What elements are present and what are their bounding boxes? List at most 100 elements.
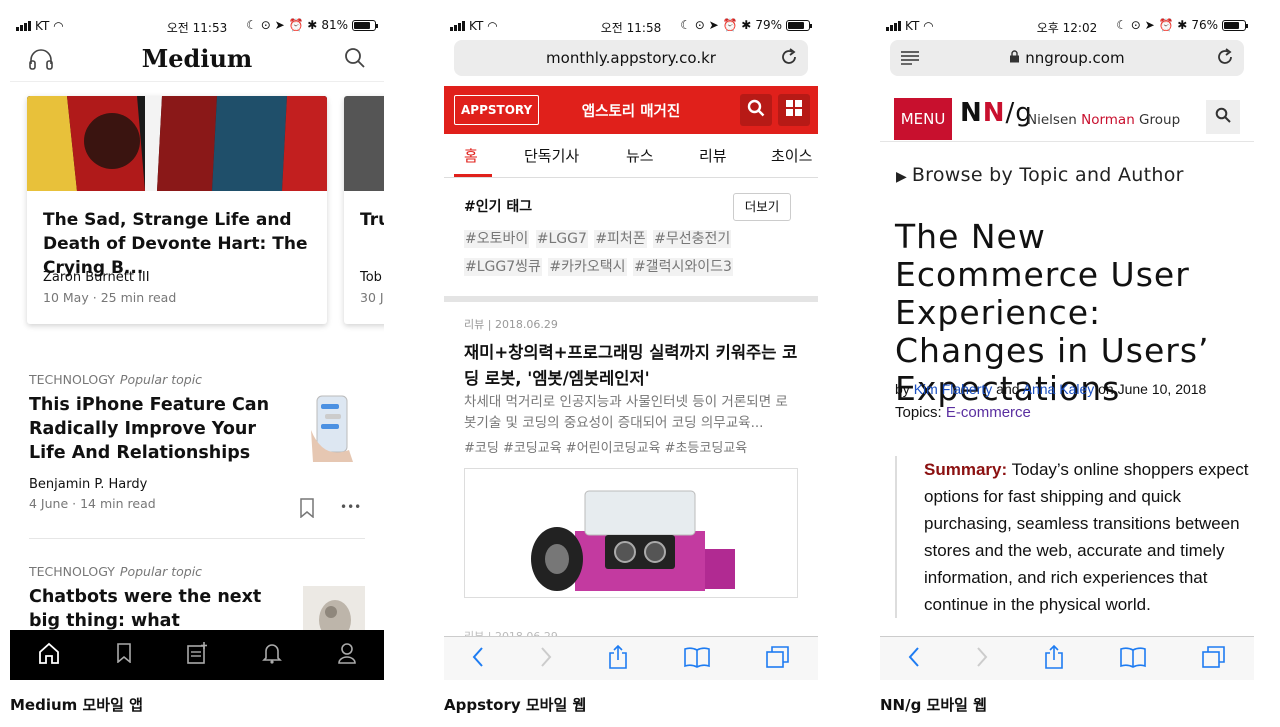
section-divider — [444, 296, 818, 302]
search-button[interactable] — [740, 94, 772, 126]
browse-toggle[interactable]: ▶ Browse by Topic and Author — [896, 164, 1184, 186]
story-topic[interactable]: TECHNOLOGY Popular topic — [29, 372, 365, 387]
topic-tag: Popular topic — [119, 372, 203, 387]
author-link[interactable]: Anna Kaley — [1023, 381, 1095, 397]
back-icon[interactable] — [907, 646, 921, 672]
tag[interactable]: #피처폰 — [594, 230, 647, 248]
status-icons: ☾ ⊙ ➤ ⏰ ✱ — [1116, 18, 1188, 32]
tag-list: #오토바이 #LGG7 #피처폰 #무선충전기 — [464, 228, 794, 248]
meta-separator: · — [72, 496, 77, 511]
story-image — [344, 96, 384, 191]
bookmarks-icon[interactable] — [683, 646, 711, 672]
url-text: nngroup.com — [1025, 49, 1125, 67]
tabs-icon[interactable] — [765, 645, 791, 673]
summary-label: Summary: — [924, 460, 1008, 479]
share-icon[interactable] — [607, 644, 629, 674]
read-time: 14 min read — [80, 496, 156, 511]
battery-percent: 76% — [1191, 18, 1218, 32]
name-part: Group — [1134, 112, 1181, 128]
read-time: 25 min read — [100, 290, 177, 305]
menu-grid-button[interactable] — [778, 94, 810, 126]
topic-link[interactable]: E-commerce — [946, 404, 1031, 421]
tag[interactable]: #카카오택시 — [548, 258, 627, 276]
tab-exclusive[interactable]: 단독기사 — [524, 145, 579, 166]
featured-story-card-next[interactable]: Tru De Tob 30 J — [344, 96, 384, 324]
bookmarks-icon[interactable] — [1119, 646, 1147, 672]
address-bar[interactable]: monthly.appstory.co.kr — [454, 40, 808, 76]
popular-tags-heading: #인기 태그 — [464, 199, 533, 215]
caption-appstory: Appstory 모바일 웹 — [444, 696, 587, 714]
menu-button[interactable]: MENU — [894, 98, 952, 140]
tab-bar — [10, 630, 384, 680]
more-options-icon[interactable]: ••• — [340, 500, 361, 514]
tag[interactable]: #무선충전기 — [653, 230, 732, 248]
browser-toolbar — [444, 636, 818, 680]
tag[interactable]: #LGG7씽큐 — [464, 258, 542, 276]
reload-icon[interactable] — [1216, 48, 1234, 70]
medium-logo[interactable]: Medium — [10, 44, 384, 73]
forward-icon[interactable] — [975, 646, 989, 672]
tag[interactable]: #LGG7 — [535, 230, 588, 248]
tab-review[interactable]: 리뷰 — [699, 145, 727, 166]
tab-home[interactable]: 홈 — [464, 145, 478, 166]
tag[interactable]: #오토바이 — [464, 230, 530, 248]
tab-news[interactable]: 뉴스 — [626, 145, 654, 166]
new-story-icon[interactable] — [186, 642, 208, 668]
and-label: and — [996, 381, 1020, 397]
story-author[interactable]: Tob — [360, 270, 384, 285]
article-title[interactable]: 재미+창의력+프로그래밍 실력까지 키워주는 코딩 로봇, '엠봇/엠봇레인저' — [464, 340, 804, 392]
tag-list: #LGG7씽큐 #카카오택시 #갤럭시와이드3 — [464, 256, 794, 276]
story-title[interactable]: This iPhone Feature Can Radically Improv… — [29, 393, 289, 465]
story-author[interactable]: Benjamin P. Hardy — [29, 477, 365, 492]
more-button[interactable]: 더보기 — [733, 193, 791, 221]
status-bar: KT ◠ 오전 11:58 ☾ ⊙ ➤ ⏰ ✱ 79% — [444, 12, 818, 40]
reload-icon[interactable] — [780, 48, 798, 70]
by-label: by — [895, 381, 910, 397]
author-link[interactable]: Kim Flaherty — [914, 381, 993, 397]
url-field[interactable]: nngroup.com — [890, 49, 1244, 67]
meta-separator: · — [92, 290, 97, 305]
nng-logo[interactable]: NN/g — [960, 98, 1033, 128]
article-tags[interactable]: #코딩 #코딩교육 #어린이코딩교육 #초등코딩교육 — [464, 437, 747, 456]
story-meta: 10 May · 25 min read — [43, 290, 176, 305]
profile-icon[interactable] — [337, 642, 357, 668]
search-button[interactable] — [1206, 100, 1240, 134]
address-bar[interactable]: nngroup.com — [890, 40, 1244, 76]
active-tab-indicator — [454, 174, 492, 177]
story-title[interactable]: Tru De — [360, 208, 384, 232]
site-header: MENU NN/g Nielsen Norman Group — [880, 86, 1254, 142]
featured-story-card[interactable]: The Sad, Strange Life and Death of Devon… — [27, 96, 327, 324]
share-icon[interactable] — [1043, 644, 1065, 674]
story-topic[interactable]: TECHNOLOGY Popular topic — [29, 564, 365, 579]
article-title: The New Ecommerce User Experience: Chang… — [895, 217, 1210, 408]
forward-icon[interactable] — [539, 646, 553, 672]
lock-icon — [1009, 49, 1020, 67]
topic-tag: Popular topic — [119, 564, 203, 579]
battery-percent: 81% — [321, 18, 348, 32]
back-icon[interactable] — [471, 646, 485, 672]
tabs-icon[interactable] — [1201, 645, 1227, 673]
story-author[interactable]: Zaron Burnett III — [43, 270, 150, 285]
tag[interactable]: #갤럭시와이드3 — [632, 258, 733, 276]
name-part: Norman — [1081, 112, 1135, 128]
story-date: 10 May — [43, 290, 89, 305]
home-icon[interactable] — [37, 642, 61, 668]
bookmark-icon[interactable] — [299, 498, 315, 522]
name-part: Nielsen — [1027, 112, 1082, 128]
status-icons: ☾ ⊙ ➤ ⏰ ✱ — [680, 18, 752, 32]
search-icon[interactable] — [344, 47, 366, 73]
story-item[interactable]: TECHNOLOGY Popular topic This iPhone Feat… — [29, 372, 365, 519]
url-text[interactable]: monthly.appstory.co.kr — [454, 49, 808, 67]
tab-choice[interactable]: 초이스 — [771, 145, 812, 166]
story-thumbnail — [303, 390, 365, 462]
summary-text: Today’s online shoppers expect options f… — [924, 460, 1249, 614]
battery-icon — [786, 19, 812, 31]
article-image[interactable] — [464, 468, 798, 598]
search-icon — [747, 99, 765, 121]
story-image — [27, 96, 327, 191]
bookmark-icon[interactable] — [116, 643, 132, 667]
triangle-right-icon: ▶ — [896, 169, 912, 185]
notifications-icon[interactable] — [262, 642, 283, 668]
status-bar: KT ◠ 오후 12:02 ☾ ⊙ ➤ ⏰ ✱ 76% — [880, 12, 1254, 40]
browser-toolbar — [880, 636, 1254, 680]
